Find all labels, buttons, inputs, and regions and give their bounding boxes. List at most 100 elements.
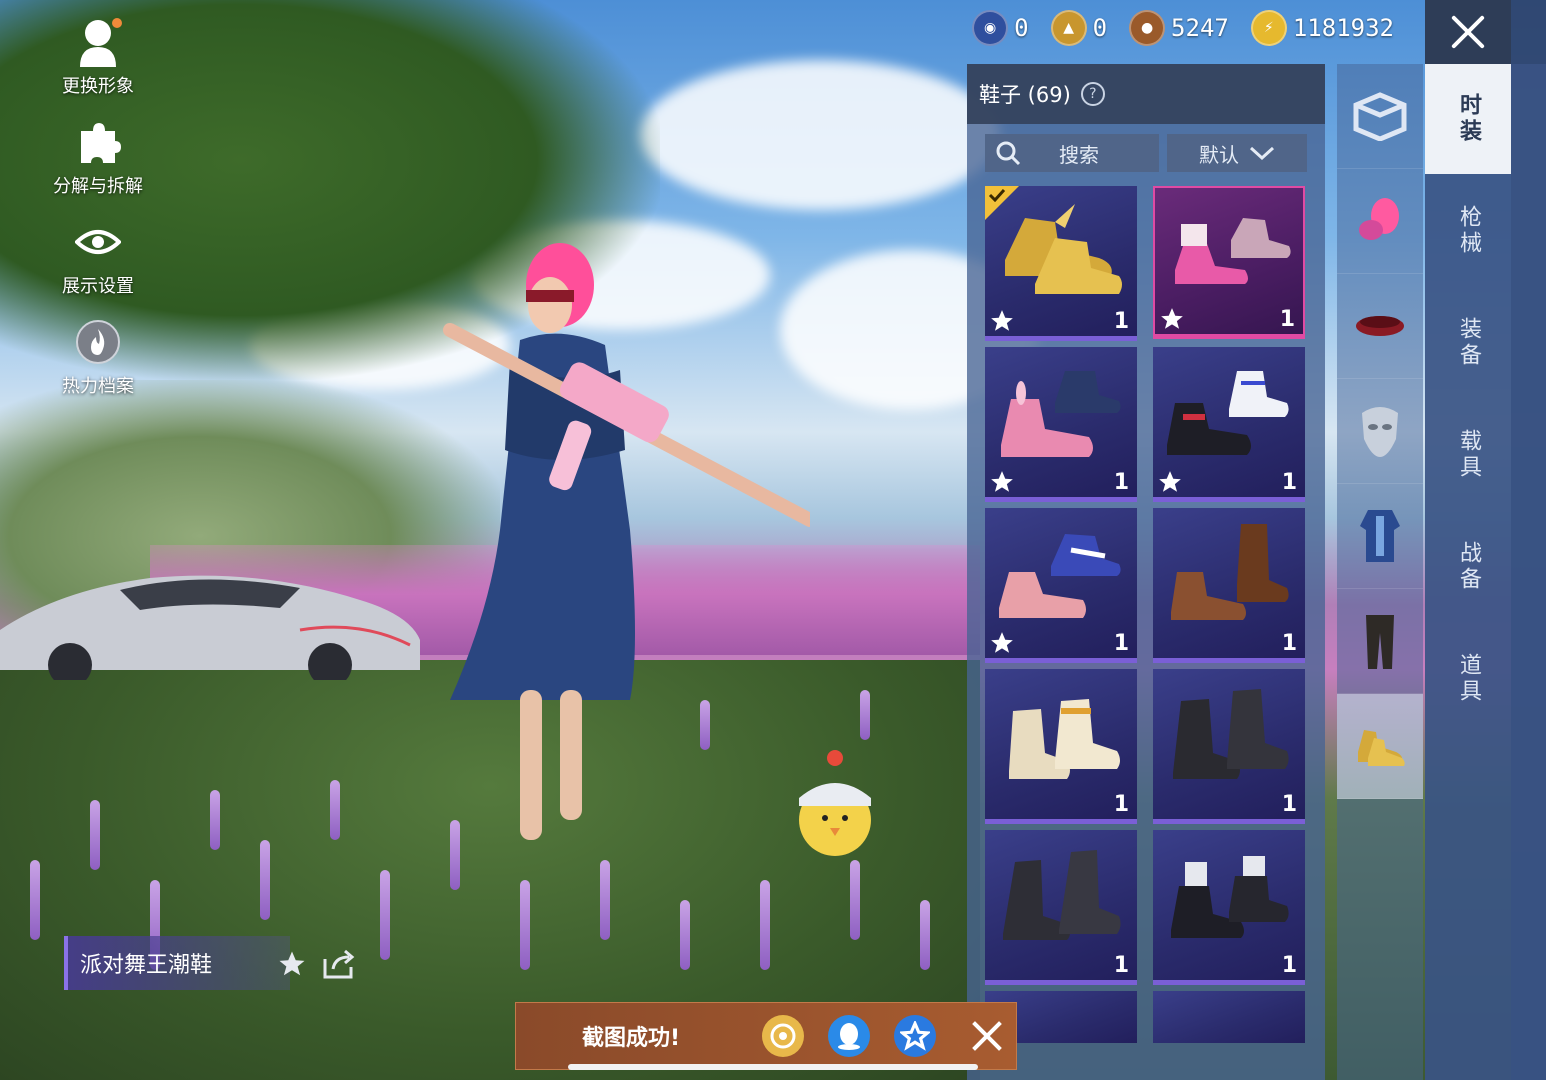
item-card-red-black-sneakers[interactable]: 1: [1153, 347, 1305, 502]
tab-fashion[interactable]: 时装: [1425, 64, 1511, 174]
black-dress-shoes-icon: [1171, 856, 1289, 938]
star-icon: [279, 951, 305, 976]
item-count: 1: [1281, 631, 1297, 656]
category-tabs: 时装 枪械 装备 载具 战备 道具: [1425, 64, 1546, 1080]
blue-coin-icon: ◉: [972, 10, 1009, 46]
pink-mary-jane-shoes-icon: [1175, 218, 1291, 284]
item-count: 1: [1113, 470, 1129, 495]
subtab-hair[interactable]: [1337, 169, 1423, 274]
heat-profile-label: 热力档案: [62, 376, 134, 397]
suit-box-icon: [1353, 92, 1407, 141]
subtab-outfit[interactable]: [1337, 484, 1423, 589]
lightning-coin-icon: ⚡: [1250, 10, 1287, 46]
shoes-panel: 鞋子 (69) ? 搜索 默认 1 1 1 1 1 1 1 1 1 1: [967, 64, 1325, 1080]
tab-battle-prep[interactable]: 战备: [1425, 512, 1511, 622]
tab-vehicles-label: 载具: [1456, 429, 1481, 481]
item-card-cream-high-tops[interactable]: 1: [985, 669, 1137, 824]
blue-pink-sneakers-icon: [999, 534, 1121, 618]
black-tall-boots-icon: [1003, 850, 1121, 940]
item-card-partial[interactable]: [1153, 991, 1305, 1043]
sub-category-column: [1337, 64, 1423, 1080]
star-icon: [991, 310, 1013, 331]
tab-vehicles[interactable]: 载具: [1425, 400, 1511, 510]
item-count: 1: [1113, 953, 1129, 978]
pink-hair-icon: [1359, 198, 1399, 240]
subtab-headwear[interactable]: [1337, 274, 1423, 379]
tab-props-label: 道具: [1456, 653, 1481, 705]
item-card-black-tall-boots[interactable]: 1: [985, 830, 1137, 985]
share-moments-button[interactable]: [762, 1015, 804, 1057]
close-icon: [1448, 12, 1488, 52]
item-count: 1: [1113, 792, 1129, 817]
tab-equipment[interactable]: 装备: [1425, 288, 1511, 398]
sports-car: [0, 575, 420, 680]
currency-lightning[interactable]: ⚡ 1181932: [1250, 10, 1394, 46]
favorite-button[interactable]: [272, 944, 312, 984]
item-card-pink-mary-janes[interactable]: 1: [1153, 186, 1305, 339]
tab-props[interactable]: 道具: [1425, 624, 1511, 734]
search-input[interactable]: 搜索: [985, 134, 1159, 172]
red-black-sneakers-icon: [1167, 371, 1289, 455]
gold-emblem-icon: ▲: [1050, 10, 1087, 46]
display-settings-button[interactable]: 展示设置: [48, 214, 148, 298]
chick-pet: [799, 750, 871, 856]
help-icon[interactable]: ?: [1080, 82, 1105, 106]
display-settings-label: 展示设置: [62, 276, 134, 297]
currency-blue[interactable]: ◉ 0: [972, 10, 1029, 46]
subtab-face[interactable]: [1337, 379, 1423, 484]
avatar-icon: [66, 14, 130, 70]
share-qq-button[interactable]: [828, 1015, 870, 1057]
currency-gold-emblem[interactable]: ▲ 0: [1050, 10, 1108, 46]
pink-bunny-sneakers-icon: [1001, 371, 1121, 457]
shoes-icon: [1358, 730, 1405, 766]
item-count: 1: [1279, 307, 1295, 332]
player-character: [443, 243, 810, 840]
disassemble-button[interactable]: 分解与拆解: [48, 114, 148, 198]
item-card-bunny-sneakers[interactable]: 1: [985, 347, 1137, 502]
selected-item-name: 派对舞王潮鞋: [64, 936, 290, 990]
item-card-black-combat-boots[interactable]: 1: [1153, 669, 1305, 824]
chevron-down-icon: [1249, 146, 1275, 161]
item-count: 1: [1281, 792, 1297, 817]
subtab-suit[interactable]: [1337, 64, 1423, 169]
star-icon: [1161, 308, 1183, 329]
share-button[interactable]: [318, 944, 358, 984]
close-button[interactable]: [1425, 0, 1511, 64]
item-card-blue-pink-sneakers[interactable]: 1: [985, 508, 1137, 663]
panel-header: 鞋子 (69) ?: [967, 64, 1325, 124]
qzone-icon: [900, 1021, 930, 1051]
black-combat-boots-icon: [1173, 689, 1289, 779]
check-icon: [988, 188, 1006, 202]
item-count: 1: [1281, 953, 1297, 978]
change-appearance-button[interactable]: 更换形象: [48, 14, 148, 98]
subtab-shoes[interactable]: [1337, 694, 1423, 799]
item-card-black-dress-shoes[interactable]: 1: [1153, 830, 1305, 985]
toast-close-icon[interactable]: [968, 1017, 1006, 1055]
home-indicator: [568, 1064, 978, 1070]
subtab-pants[interactable]: [1337, 589, 1423, 694]
tab-weapons[interactable]: 枪械: [1425, 176, 1511, 286]
outfit-icon: [1360, 510, 1400, 562]
brown-boots-icon: [1171, 524, 1289, 620]
share-qzone-button[interactable]: [894, 1015, 936, 1057]
currency-blue-value: 0: [1014, 14, 1029, 42]
puzzle-icon: [66, 114, 130, 170]
star-icon: [991, 632, 1013, 653]
wechat-moments-icon: [770, 1023, 796, 1049]
search-icon: [996, 141, 1021, 166]
heat-profile-button[interactable]: 热力档案: [48, 314, 148, 398]
selected-item-name-text: 派对舞王潮鞋: [80, 953, 213, 978]
item-card-brown-boots[interactable]: 1: [1153, 508, 1305, 663]
tab-weapons-label: 枪械: [1456, 205, 1481, 257]
sort-label: 默认: [1199, 142, 1239, 167]
mask-icon: [1362, 407, 1398, 457]
sort-dropdown[interactable]: 默认: [1167, 134, 1307, 172]
item-card-gold-sneakers[interactable]: 1: [985, 186, 1137, 341]
currency-gold-emblem-value: 0: [1092, 14, 1108, 42]
search-row: 搜索 默认: [985, 134, 1307, 172]
notification-dot: [112, 18, 122, 28]
panel-title: 鞋子 (69): [979, 83, 1071, 107]
tab-fashion-label: 时装: [1456, 93, 1481, 145]
currency-bronze[interactable]: ● 5247: [1129, 10, 1229, 46]
headband-icon: [1356, 316, 1404, 336]
